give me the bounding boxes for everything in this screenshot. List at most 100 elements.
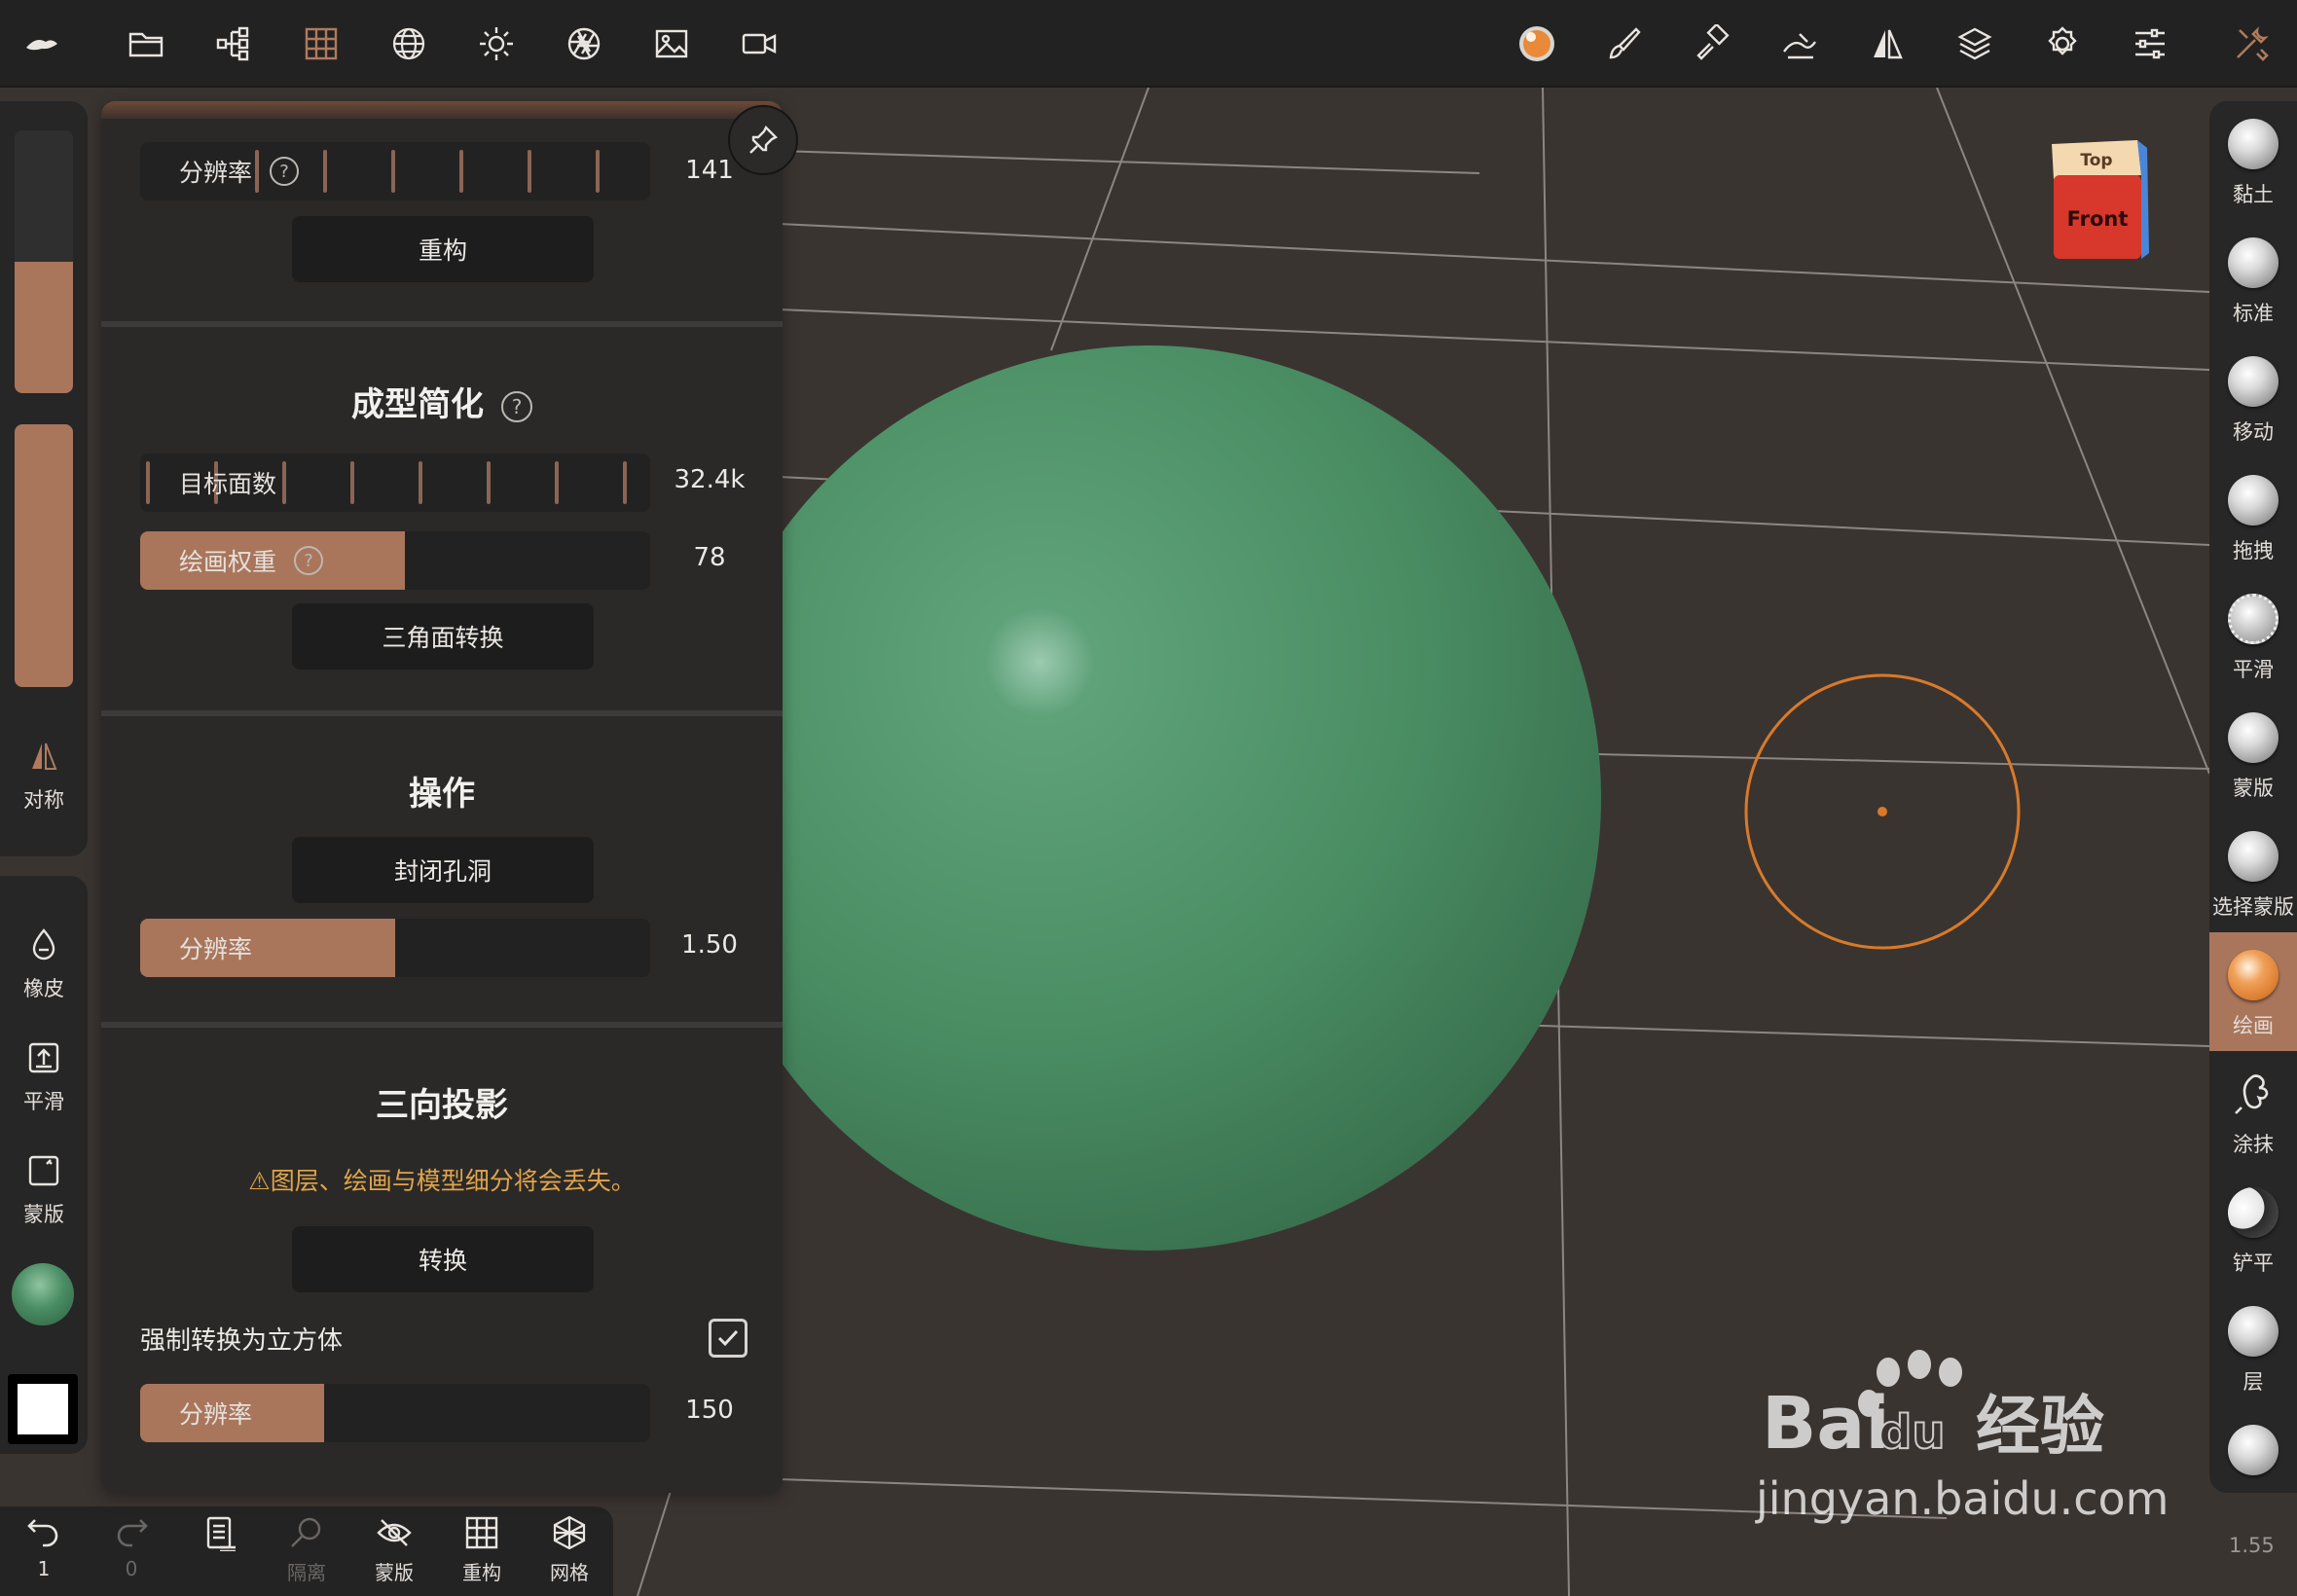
paint-weight-label: 绘画权重: [179, 548, 277, 576]
tools-icon[interactable]: [2221, 14, 2281, 74]
more-tool-icon: [2228, 1425, 2279, 1475]
tool-label: 拖拽: [2233, 539, 2274, 562]
close-holes-button[interactable]: 封闭孔洞: [292, 837, 594, 903]
tool-smudge[interactable]: 涂抹: [2209, 1051, 2297, 1170]
operations-resolution-slider[interactable]: 分辨率: [140, 919, 650, 977]
standard-tool-icon: [2228, 237, 2279, 288]
drop-icon: [32, 928, 55, 961]
sliders-icon[interactable]: [2120, 14, 2180, 74]
brush-intensity-slider[interactable]: [15, 424, 73, 687]
aperture-icon[interactable]: [554, 14, 614, 74]
operations-title: 操作: [409, 775, 475, 814]
isolate-button[interactable]: 隔离: [263, 1514, 350, 1585]
watermark-url: jingyan.baidu.com: [1755, 1472, 2169, 1525]
redo-button[interactable]: 0: [88, 1514, 175, 1580]
help-icon[interactable]: ?: [270, 157, 300, 186]
force-cube-checkbox[interactable]: [709, 1319, 747, 1358]
folder-icon[interactable]: [116, 14, 176, 74]
watermark-brand-cn: 经验: [1976, 1389, 2104, 1464]
eraser-label: 橡皮: [23, 977, 64, 1000]
remesh-button[interactable]: 重构: [292, 216, 594, 282]
tool-label: 铲平: [2233, 1251, 2274, 1275]
scene-tree-icon[interactable]: [203, 14, 264, 74]
bottom-toolbar: 1 0 隔离 蒙版 重构 网格: [0, 1506, 613, 1596]
tool-label: 黏土: [2233, 183, 2274, 206]
tool-move[interactable]: 移动: [2209, 339, 2297, 457]
help-icon[interactable]: ?: [294, 546, 324, 575]
watermark-brand-du: du: [1878, 1405, 1946, 1460]
paint-weight-value: 78: [693, 543, 726, 572]
remesh-button[interactable]: 重构: [438, 1514, 526, 1585]
stroke-icon[interactable]: [1769, 14, 1830, 74]
move-tool-icon: [2228, 356, 2279, 407]
tool-more[interactable]: [2209, 1407, 2297, 1493]
symmetry-toggle[interactable]: 对称: [0, 738, 88, 814]
tool-label: 移动: [2233, 420, 2274, 444]
remesh-resolution-slider[interactable]: 分辨率?: [140, 142, 650, 200]
eraser-tool[interactable]: 橡皮: [0, 926, 88, 1002]
tool-layer[interactable]: 层: [2209, 1288, 2297, 1407]
app-logo-icon[interactable]: [12, 14, 72, 74]
sphere-mesh[interactable]: [696, 345, 1601, 1251]
undo-icon: [27, 1519, 58, 1547]
video-icon[interactable]: [729, 14, 789, 74]
view-cube[interactable]: Top Front: [2044, 136, 2151, 263]
notebook-button[interactable]: [175, 1514, 263, 1557]
color-swatch[interactable]: [8, 1374, 78, 1444]
mesh-label: 网格: [550, 1561, 589, 1584]
left-tools-panel: 橡皮 平滑 蒙版: [0, 876, 88, 1454]
tool-label: 层: [2242, 1370, 2264, 1394]
color-swatch-white: [18, 1384, 68, 1434]
mask-tool-icon: [2228, 712, 2279, 763]
isolate-label: 隔离: [287, 1561, 326, 1584]
hide-mask-button[interactable]: 蒙版: [350, 1514, 438, 1585]
tool-standard[interactable]: 标准: [2209, 220, 2297, 339]
gear-icon[interactable]: [2032, 14, 2093, 74]
smooth-tool[interactable]: 平滑: [0, 1039, 88, 1115]
force-cube-row[interactable]: 强制转换为立方体: [140, 1314, 747, 1362]
pin-panel-button[interactable]: [728, 105, 798, 175]
brush-icon[interactable]: [1594, 14, 1655, 74]
mesh-button[interactable]: 网格: [526, 1514, 613, 1585]
symmetry-label: 对称: [23, 788, 64, 812]
topology-settings-panel: 分辨率? 141 重构 成型简化? 目标面数 32.4k 绘画权重? 78 三角…: [101, 101, 783, 1493]
sculpt-tools-rail: 黏土 标准 移动 拖拽 平滑 蒙版 选择蒙版 绘画 涂抹 铲平 层: [2209, 101, 2297, 1493]
paint-weight-slider[interactable]: 绘画权重?: [140, 531, 650, 590]
mask-tool[interactable]: 蒙版: [0, 1152, 88, 1228]
symmetry-icon: [32, 743, 57, 770]
decimate-title-text: 成型简化: [351, 385, 484, 424]
sphere-wire-icon[interactable]: [379, 14, 439, 74]
tool-clay[interactable]: 黏土: [2209, 101, 2297, 220]
zoom-level: 1.55: [2229, 1534, 2275, 1557]
view-cube-top-label: Top: [2080, 151, 2112, 170]
layer-tool-icon: [2228, 1306, 2279, 1357]
decimate-title: 成型简化?: [101, 378, 783, 425]
material-preview-ball[interactable]: [12, 1263, 74, 1325]
sun-icon[interactable]: [466, 14, 527, 74]
undo-button[interactable]: 1: [0, 1514, 88, 1580]
tool-flatten[interactable]: 铲平: [2209, 1170, 2297, 1288]
material-ball-icon[interactable]: [1507, 14, 1567, 74]
help-icon[interactable]: ?: [501, 390, 532, 422]
tool-drag[interactable]: 拖拽: [2209, 457, 2297, 576]
target-faces-slider[interactable]: 目标面数: [140, 453, 650, 512]
tool-smooth[interactable]: 平滑: [2209, 576, 2297, 695]
layers-icon[interactable]: [1945, 14, 2005, 74]
top-toolbar: [0, 0, 2297, 88]
checkmark-icon: [717, 1329, 739, 1347]
brush-radius-slider[interactable]: [15, 130, 73, 393]
convert-button[interactable]: 转换: [292, 1226, 594, 1292]
grid-icon[interactable]: [291, 14, 351, 74]
smudge-tool-icon: [2235, 1074, 2269, 1114]
undo-count: 1: [37, 1557, 51, 1580]
image-icon[interactable]: [641, 14, 702, 74]
triangulate-button[interactable]: 三角面转换: [292, 603, 594, 670]
symmetry-icon[interactable]: [1857, 14, 1917, 74]
tool-mask[interactable]: 蒙版: [2209, 695, 2297, 814]
target-faces-label: 目标面数: [179, 470, 277, 498]
tool-paint[interactable]: 绘画: [2209, 932, 2297, 1051]
tool-select-mask[interactable]: 选择蒙版: [2209, 814, 2297, 932]
eye-slash-icon: [377, 1519, 412, 1546]
triplanar-resolution-slider[interactable]: 分辨率: [140, 1384, 650, 1442]
paint-icon[interactable]: [1682, 14, 1742, 74]
